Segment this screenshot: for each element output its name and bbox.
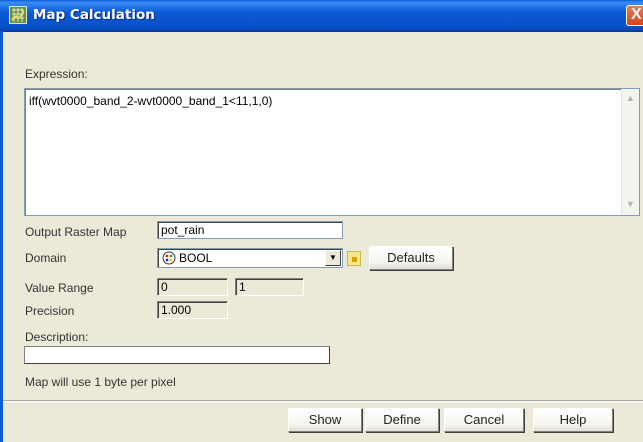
window-frame-left [0, 31, 3, 442]
create-domain-icon [352, 257, 357, 262]
defaults-button[interactable]: Defaults [369, 246, 453, 270]
value-range-label: Value Range [25, 281, 94, 295]
output-raster-map-label: Output Raster Map [25, 225, 127, 239]
create-domain-button[interactable] [347, 251, 361, 266]
output-raster-map-input[interactable]: pot_rain [157, 221, 343, 239]
map-calculation-dialog: Map Calculation X Expression: iff(wvt000… [0, 0, 643, 442]
cancel-button[interactable]: Cancel [444, 408, 524, 432]
expression-text[interactable]: iff(wvt0000_band_2-wvt0000_band_1<11,1,0… [29, 94, 272, 108]
expression-scrollbar[interactable]: ▲ ▼ [621, 89, 639, 215]
domain-label: Domain [25, 251, 67, 265]
button-row-separator [3, 400, 643, 402]
precision-label: Precision [25, 304, 75, 318]
domain-select[interactable]: BOOL ▼ [157, 248, 343, 268]
expression-label: Expression: [25, 67, 88, 81]
window-title: Map Calculation [33, 7, 155, 23]
close-button[interactable]: X [626, 5, 643, 26]
domain-palette-icon [162, 251, 176, 265]
description-input[interactable] [24, 346, 330, 364]
value-range-min-input[interactable]: 0 [157, 278, 228, 296]
chevron-down-icon[interactable]: ▼ [325, 250, 341, 266]
value-range-max-input[interactable]: 1 [235, 278, 304, 296]
precision-input[interactable]: 1.000 [157, 301, 228, 319]
domain-selected-value: BOOL [179, 251, 213, 265]
description-label: Description: [25, 330, 89, 344]
scroll-up-arrow-icon[interactable]: ▲ [623, 91, 638, 106]
help-button[interactable]: Help [533, 408, 613, 432]
title-bar[interactable]: Map Calculation X [0, 0, 643, 32]
scroll-down-arrow-icon[interactable]: ▼ [623, 197, 638, 212]
show-button[interactable]: Show [288, 408, 362, 432]
define-button[interactable]: Define [365, 408, 439, 432]
status-text: Map will use 1 byte per pixel [25, 375, 176, 389]
expression-textarea[interactable]: iff(wvt0000_band_2-wvt0000_band_1<11,1,0… [24, 88, 640, 216]
map-calculation-icon [9, 6, 27, 24]
